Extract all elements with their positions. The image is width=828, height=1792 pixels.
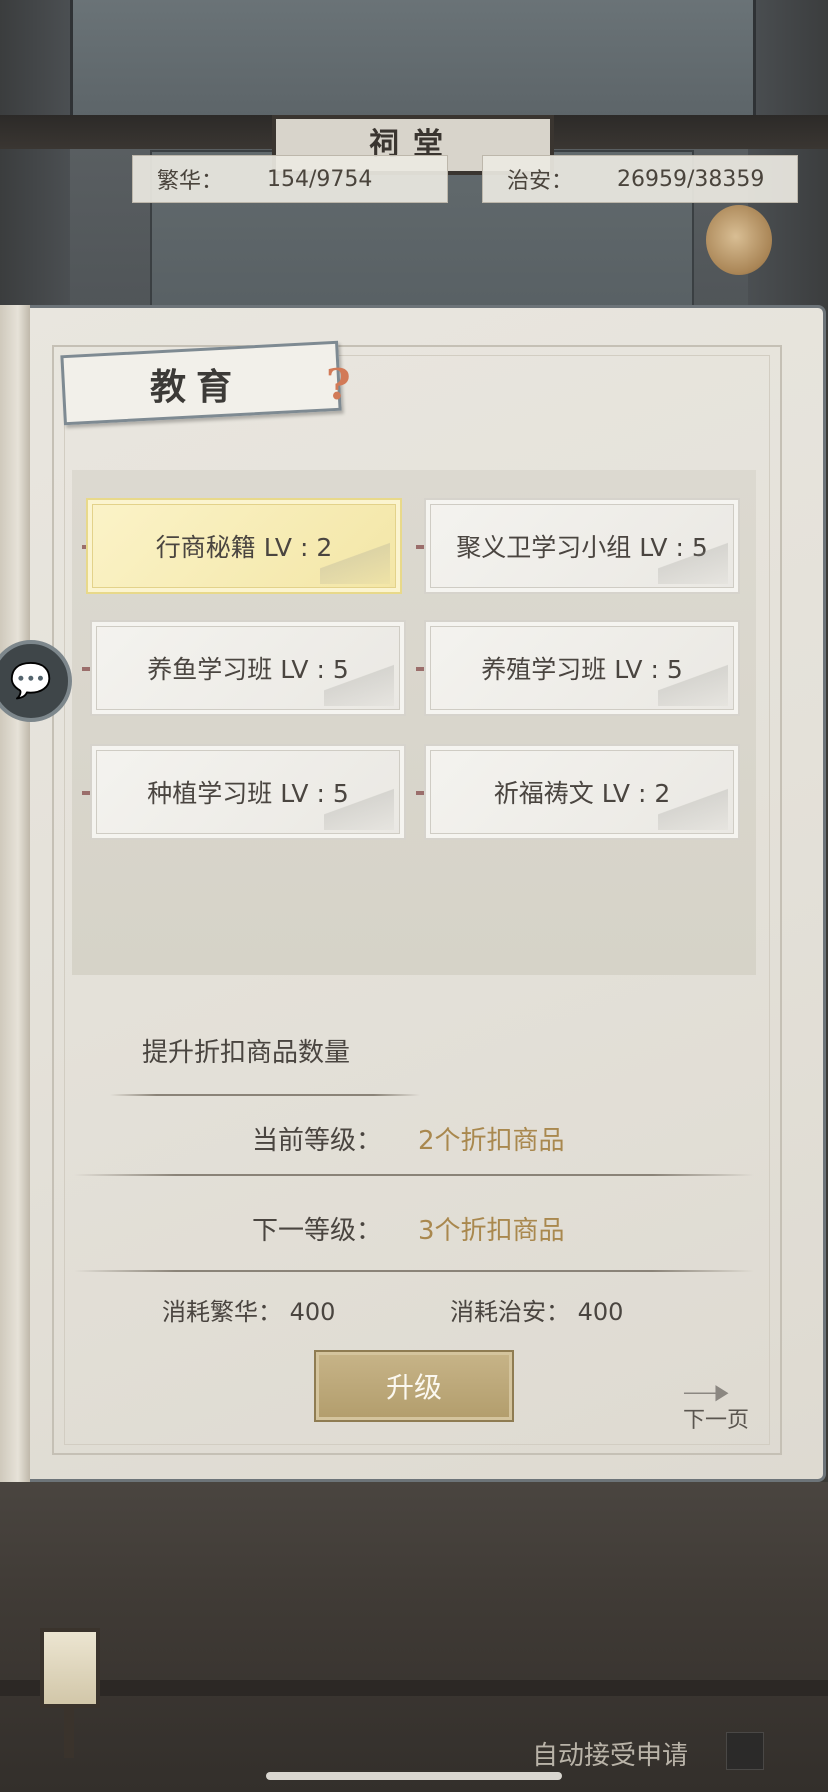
security-stat: 治安： 26959/38359: [482, 155, 798, 203]
lantern-icon: [706, 205, 772, 275]
lamp-stand: [64, 1708, 74, 1758]
scene-painted-screen: [70, 0, 756, 115]
auto-accept-label: 自动接受申请: [532, 1741, 689, 1771]
course-card-trade-secrets[interactable]: 行商秘籍 LV : 2: [86, 498, 402, 594]
cost-security: 消耗治安： 400: [450, 1298, 624, 1326]
divider: [74, 1174, 754, 1176]
auto-accept-checkbox[interactable]: [726, 1732, 764, 1770]
floor-background: [0, 1482, 828, 1792]
current-level-label: 当前等级：: [252, 1126, 383, 1156]
course-card-planting[interactable]: 种植学习班 LV : 5: [90, 744, 406, 840]
divider: [74, 1270, 754, 1272]
mountain-decor-icon: [658, 780, 728, 830]
next-page-label: 下一页: [683, 1408, 750, 1433]
next-level-value: 3个折扣商品: [418, 1216, 565, 1246]
course-card-guard-study[interactable]: 聚义卫学习小组 LV : 5: [424, 498, 740, 594]
course-card-prayer[interactable]: 祈福祷文 LV : 2: [424, 744, 740, 840]
mountain-decor-icon: [658, 656, 728, 706]
next-level-label: 下一等级：: [252, 1216, 383, 1246]
home-indicator[interactable]: [266, 1772, 562, 1780]
mountain-decor-icon: [658, 534, 728, 584]
course-label: 行商秘籍 LV : 2: [155, 533, 333, 562]
prosperity-stat: 繁华： 154/9754: [132, 155, 448, 203]
mountain-decor-icon: [324, 656, 394, 706]
security-value: 26959/38359: [617, 166, 765, 192]
mountain-decor-icon: [320, 534, 390, 584]
divider: [110, 1094, 420, 1096]
course-card-livestock[interactable]: 养殖学习班 LV : 5: [424, 620, 740, 716]
floor-band: [0, 1680, 828, 1696]
course-card-fish-farming[interactable]: 养鱼学习班 LV : 5: [90, 620, 406, 716]
help-icon[interactable]: ?: [326, 360, 351, 409]
prosperity-value: 154/9754: [267, 166, 373, 192]
course-label: 祈福祷文 LV : 2: [493, 779, 671, 808]
cost-prosperity: 消耗繁华： 400: [162, 1298, 336, 1326]
course-label: 种植学习班 LV : 5: [147, 779, 349, 808]
panel-title: 教育: [150, 366, 243, 408]
scene-wall-left: [0, 0, 70, 330]
effect-description: 提升折扣商品数量: [142, 1038, 351, 1068]
current-level-value: 2个折扣商品: [418, 1126, 565, 1156]
course-label: 养鱼学习班 LV : 5: [147, 655, 349, 684]
lamp-icon: [40, 1628, 100, 1708]
book-spine: [0, 305, 30, 1482]
mountain-decor-icon: [324, 780, 394, 830]
security-label: 治安：: [507, 169, 574, 194]
upgrade-button[interactable]: 升级: [314, 1350, 514, 1422]
prosperity-label: 繁华：: [157, 169, 224, 194]
course-label: 养殖学习班 LV : 5: [481, 655, 683, 684]
